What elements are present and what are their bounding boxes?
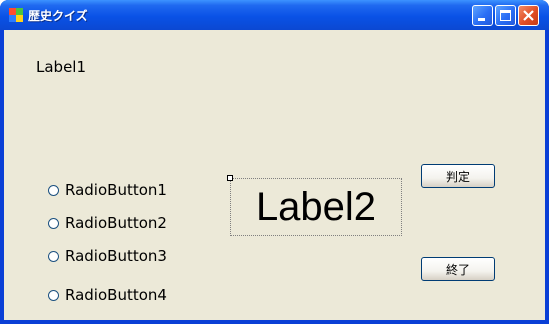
result-label: Label2 xyxy=(230,178,402,236)
radio-option-2[interactable]: RadioButton2 xyxy=(48,213,167,233)
radio-label: RadioButton2 xyxy=(65,214,167,232)
radio-option-1[interactable]: RadioButton1 xyxy=(48,180,167,200)
window-title: 歴史クイズ xyxy=(28,9,88,23)
resize-handle[interactable] xyxy=(227,175,233,181)
maximize-icon xyxy=(500,10,511,21)
maximize-button[interactable] xyxy=(495,5,516,26)
quiz-window: 歴史クイズ Label1 RadioButton1 RadioButton2 R… xyxy=(0,0,549,324)
minimize-icon xyxy=(478,18,485,21)
judge-button[interactable]: 判定 xyxy=(421,164,495,188)
radio-label: RadioButton1 xyxy=(65,181,167,199)
radio-circle[interactable] xyxy=(48,184,59,196)
radio-circle[interactable] xyxy=(48,250,59,262)
radio-option-4[interactable]: RadioButton4 xyxy=(48,285,167,305)
app-icon[interactable] xyxy=(9,8,23,22)
close-icon xyxy=(523,10,534,21)
radio-label: RadioButton4 xyxy=(65,286,167,304)
radio-option-3[interactable]: RadioButton3 xyxy=(48,246,167,266)
radio-label: RadioButton3 xyxy=(65,247,167,265)
minimize-button[interactable] xyxy=(472,5,493,26)
radio-circle[interactable] xyxy=(48,289,59,301)
title-bar[interactable]: 歴史クイズ xyxy=(0,0,549,30)
radio-circle[interactable] xyxy=(48,217,59,229)
close-button[interactable] xyxy=(518,5,539,26)
form-client-area: Label1 RadioButton1 RadioButton2 RadioBu… xyxy=(4,30,545,320)
exit-button[interactable]: 終了 xyxy=(421,257,495,281)
question-label: Label1 xyxy=(36,58,87,76)
